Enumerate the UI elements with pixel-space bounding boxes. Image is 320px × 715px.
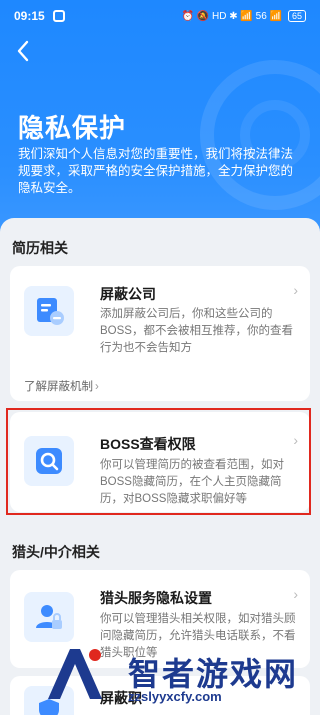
- status-time: 09:15: [14, 9, 45, 23]
- page-description: 我们深知个人信息对您的重要性，我们将按法律法规要求，采取严格的安全保护措施，全力…: [18, 147, 294, 195]
- status-icons: ⏰ 🔕 HD ✱ 📶 56 📶 65: [182, 10, 306, 22]
- card-block-company[interactable]: 屏蔽公司 添加屏蔽公司后，你和这些公司的BOSS，都不会被相互推荐，你的查看行为…: [10, 266, 310, 401]
- card-headhunter-privacy[interactable]: 猎头服务隐私设置 你可以管理猎头相关权限，如对猎头顾问隐藏简历，允许猎头电话联系…: [10, 570, 310, 668]
- section-title-resume: 简历相关: [12, 240, 68, 256]
- shield-document-icon: [24, 286, 74, 336]
- card-title: 屏蔽公司: [100, 286, 156, 302]
- learn-block-mechanism-link[interactable]: 了解屏蔽机制 ›: [24, 378, 99, 394]
- highlight-box: [6, 408, 311, 515]
- app-notification-icon: [52, 10, 65, 22]
- card-description: 添加屏蔽公司后，你和这些公司的BOSS，都不会被相互推荐，你的查看行为也不会告知…: [100, 308, 293, 354]
- card-description: 你可以管理猎头相关权限，如对猎头顾问隐藏简历，允许猎头电话联系，不看猎头职位等: [100, 613, 296, 659]
- chevron-right-icon: ›: [293, 586, 298, 602]
- chevron-right-icon: ›: [95, 381, 99, 393]
- section-title-headhunter: 猎头/中介相关: [12, 544, 100, 560]
- status-bar: 09:15 ⏰ 🔕 HD ✱ 📶 56 📶 65: [0, 0, 320, 32]
- card-title: 猎头服务隐私设置: [100, 590, 212, 606]
- chevron-right-icon: ›: [293, 282, 298, 298]
- chevron-left-icon: [17, 40, 29, 62]
- card-title: 屏蔽职: [100, 690, 142, 706]
- person-lock-icon: [24, 592, 74, 642]
- shield-icon: [24, 686, 74, 715]
- back-button[interactable]: [16, 40, 44, 68]
- battery-icon: 65: [287, 10, 306, 22]
- status-indicators: ⏰ 🔕 HD ✱ 📶 56 📶: [181, 10, 282, 22]
- page-title: 隐私保护: [18, 113, 127, 143]
- card-block-position[interactable]: 屏蔽职: [10, 676, 310, 715]
- link-label: 了解屏蔽机制: [24, 381, 93, 393]
